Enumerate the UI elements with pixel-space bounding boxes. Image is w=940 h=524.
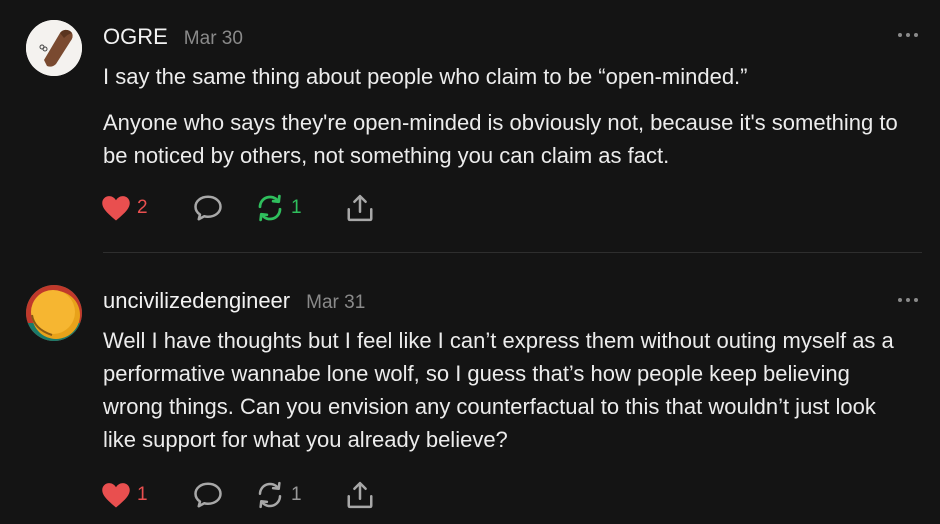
username[interactable]: uncivilizedengineer [103, 288, 290, 314]
post-body: I say the same thing about people who cl… [103, 60, 913, 185]
reply-button[interactable] [193, 193, 255, 223]
avatar[interactable] [26, 285, 82, 341]
post-date[interactable]: Mar 31 [306, 292, 365, 314]
speech-bubble-icon [194, 482, 222, 508]
post-header: uncivilizedengineer Mar 31 [103, 288, 365, 314]
more-options-icon[interactable] [898, 295, 918, 305]
comment-post: OGRE Mar 30 I say the same thing about p… [0, 0, 940, 252]
post-header: OGRE Mar 30 [103, 24, 243, 50]
repost-button[interactable]: 1 [255, 480, 345, 510]
post-paragraph: I say the same thing about people who cl… [103, 64, 748, 89]
share-icon [347, 481, 373, 509]
like-count: 2 [137, 197, 148, 218]
heart-icon [102, 196, 130, 221]
repost-count: 1 [291, 197, 302, 218]
post-actions: 2 1 [101, 193, 375, 223]
like-button[interactable]: 1 [101, 480, 193, 510]
post-date[interactable]: Mar 30 [184, 28, 243, 50]
username[interactable]: OGRE [103, 24, 168, 50]
speech-bubble-icon [194, 195, 222, 221]
post-paragraph: Well I have thoughts but I feel like I c… [103, 328, 894, 452]
more-options-icon[interactable] [898, 30, 918, 40]
post-body: Well I have thoughts but I feel like I c… [103, 324, 913, 469]
share-icon [347, 194, 373, 222]
repost-icon [258, 481, 282, 509]
repost-count: 1 [291, 484, 302, 505]
share-button[interactable] [345, 480, 375, 510]
orange-circle-avatar-icon [26, 285, 82, 341]
repost-icon [258, 194, 282, 222]
brown-shoe-avatar-icon [26, 20, 82, 76]
reply-button[interactable] [193, 480, 255, 510]
heart-icon [102, 483, 130, 508]
comment-post: uncivilizedengineer Mar 31 Well I have t… [0, 253, 940, 524]
avatar[interactable] [26, 20, 82, 76]
post-actions: 1 1 [101, 480, 375, 510]
share-button[interactable] [345, 193, 375, 223]
repost-button[interactable]: 1 [255, 193, 345, 223]
post-paragraph: Anyone who says they're open-minded is o… [103, 110, 898, 168]
like-button[interactable]: 2 [101, 193, 193, 223]
like-count: 1 [137, 484, 148, 505]
